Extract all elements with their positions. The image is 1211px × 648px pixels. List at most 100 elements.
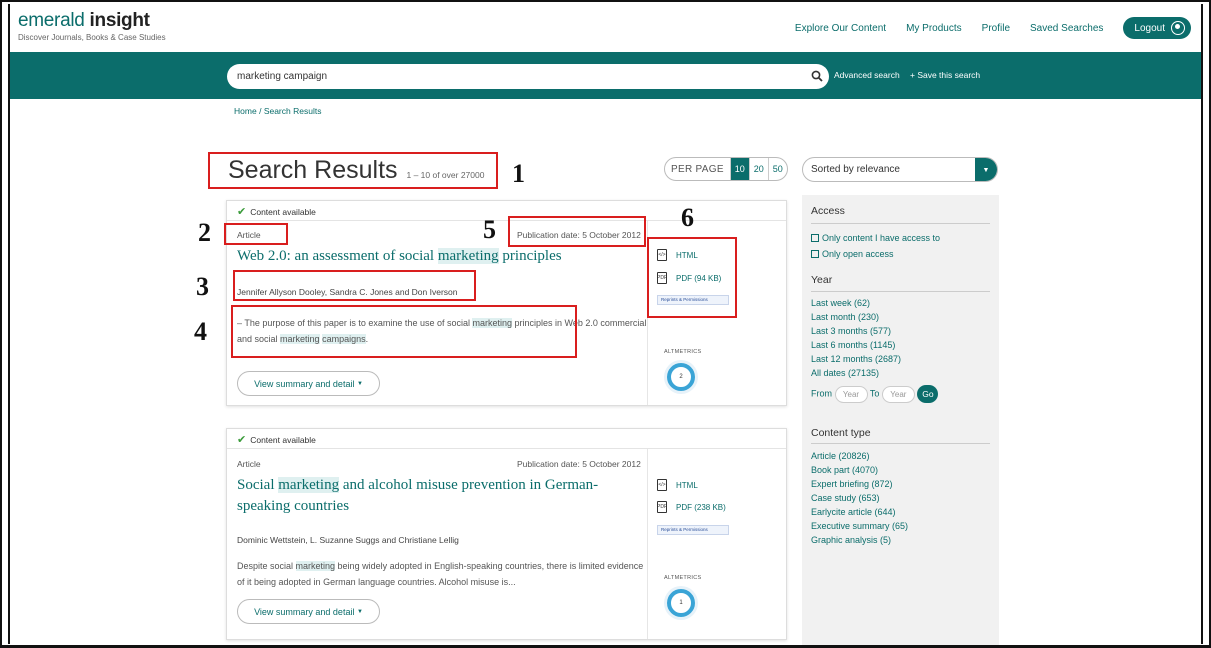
filter-access-option[interactable]: Only content I have access to (811, 233, 940, 243)
result-card-2: ✔ Content available Article Publication d… (226, 428, 787, 640)
year-option-all-dates[interactable]: All dates (27135) (811, 368, 879, 378)
html-file-icon: </> (657, 249, 667, 261)
content-type-label: Article (237, 459, 261, 469)
emerald-insight-logo[interactable]: emerald insight Discover Journals, Books… (18, 10, 166, 42)
pdf-file-icon: PDF (657, 501, 667, 513)
per-page-20[interactable]: 20 (748, 158, 768, 180)
publication-date: Publication date: 5 October 2012 (517, 459, 641, 469)
year-option-last-month[interactable]: Last month (230) (811, 312, 879, 322)
annotation-number-6: 6 (681, 203, 694, 232)
altmetric-badge[interactable]: 2 (667, 363, 695, 391)
per-page-label: PER PAGE (671, 163, 724, 175)
checkbox[interactable] (811, 234, 819, 242)
abstract: – The purpose of this paper is to examin… (237, 315, 647, 347)
year-option-last-week[interactable]: Last week (62) (811, 298, 870, 308)
content-type-article[interactable]: Article (20826) (811, 451, 870, 461)
nav-explore-our-content[interactable]: Explore Our Content (795, 23, 886, 34)
search-input[interactable]: marketing campaign (227, 64, 829, 89)
filter-sidebar: Access Only content I have access to Onl… (802, 195, 999, 648)
reprints-permissions-button[interactable]: Reprints & Permissions (657, 295, 729, 305)
access-heading: Access (811, 205, 845, 217)
pdf-link[interactable]: PDF PDF (94 KB) (657, 272, 721, 284)
annotation-number-3: 3 (196, 272, 209, 301)
chevron-down-icon: ▼ (356, 608, 363, 615)
pdf-link[interactable]: PDF PDF (238 KB) (657, 501, 726, 513)
view-summary-button[interactable]: View summary and detail ▼ (237, 371, 380, 396)
year-to-input[interactable]: Year (881, 385, 915, 403)
checkbox[interactable] (811, 250, 819, 258)
article-title-link[interactable]: Social marketing and alcohol misuse prev… (237, 475, 617, 517)
abstract-part: – The purpose of this paper is to examin… (237, 318, 473, 328)
breadcrumb-home[interactable]: Home (234, 106, 257, 116)
result-side-panel: </> HTML PDF PDF (238 KB) Reprints & Permi… (647, 449, 787, 639)
breadcrumb-separator: / (259, 106, 262, 116)
checkmark-icon: ✔ (237, 434, 247, 446)
availability-label: Content available (250, 435, 316, 445)
search-icon[interactable] (811, 70, 823, 82)
html-link[interactable]: </> HTML (657, 249, 698, 261)
per-page-selector: PER PAGE 10 20 50 (664, 157, 788, 181)
abstract-highlight: campaigns (322, 334, 366, 344)
pdf-label: PDF (238 KB) (676, 502, 726, 512)
breadcrumb-current[interactable]: Search Results (264, 106, 322, 116)
save-search-link[interactable]: + Save this search (910, 70, 980, 80)
year-option-last-6-months[interactable]: Last 6 months (1145) (811, 340, 895, 350)
go-button[interactable]: Go (917, 385, 939, 403)
reprints-permissions-button[interactable]: Reprints & Permissions (657, 525, 729, 535)
authors: Jennifer Allyson Dooley, Sandra C. Jones… (237, 287, 458, 297)
pdf-file-icon: PDF (657, 272, 667, 284)
content-type-earlycite-article[interactable]: Earlycite article (644) (811, 507, 896, 517)
title-part: Web 2.0: an assessment of social (237, 248, 438, 264)
annotation-number-1: 1 (512, 159, 525, 188)
nav-saved-searches[interactable]: Saved Searches (1030, 23, 1103, 34)
abstract-highlight: marketing (280, 334, 320, 344)
user-icon (1171, 21, 1185, 35)
article-title-link[interactable]: Web 2.0: an assessment of social marketi… (237, 246, 617, 267)
availability-label: Content available (250, 207, 316, 217)
filter-open-access-option[interactable]: Only open access (811, 249, 894, 259)
altmetric-score: 1 (674, 596, 688, 610)
advanced-search-link[interactable]: Advanced search (834, 70, 900, 80)
result-card-1: ✔ Content available Article Publication d… (226, 200, 787, 406)
top-bar: emerald insight Discover Journals, Books… (10, 6, 1201, 52)
abstract-part: . (365, 334, 369, 344)
html-link[interactable]: </> HTML (657, 479, 698, 491)
year-heading: Year (811, 274, 833, 286)
year-option-last-12-months[interactable]: Last 12 months (2687) (811, 354, 901, 364)
sort-select[interactable]: Sorted by relevance ▼ (802, 157, 998, 182)
nav-my-products[interactable]: My Products (906, 23, 962, 34)
content-type-executive-summary[interactable]: Executive summary (65) (811, 521, 908, 531)
year-from-input[interactable]: Year (834, 385, 868, 403)
logout-button[interactable]: Logout (1123, 17, 1191, 39)
content-type-case-study[interactable]: Case study (653) (811, 493, 880, 503)
abstract-part: Despite social (237, 561, 296, 571)
divider (811, 291, 990, 292)
abstract-highlight: marketing (295, 561, 336, 571)
abstract-highlight: marketing (472, 318, 512, 328)
from-label: From (811, 388, 832, 399)
nav-profile[interactable]: Profile (982, 23, 1010, 34)
top-nav: Explore Our Content My Products Profile … (775, 17, 1191, 39)
content-type-heading: Content type (811, 427, 871, 439)
view-summary-button[interactable]: View summary and detail ▼ (237, 599, 380, 624)
logout-label: Logout (1134, 22, 1165, 34)
result-side-panel: </> HTML PDF PDF (94 KB) Reprints & Permis… (647, 221, 787, 405)
html-label: HTML (676, 480, 698, 490)
per-page-50[interactable]: 50 (767, 158, 787, 180)
logo-word-1: emerald (18, 10, 85, 31)
annotation-number-4: 4 (194, 317, 207, 346)
to-label: To (869, 388, 880, 399)
view-summary-label: View summary and detail (254, 378, 355, 389)
title-part: principles (498, 248, 562, 264)
year-range: From Year To Year Go (811, 385, 939, 403)
per-page-10[interactable]: 10 (729, 158, 749, 180)
html-label: HTML (676, 250, 698, 260)
altmetric-badge[interactable]: 1 (667, 589, 695, 617)
content-type-book-part[interactable]: Book part (4070) (811, 465, 878, 475)
content-type-expert-briefing[interactable]: Expert briefing (872) (811, 479, 893, 489)
altmetrics-label: ALTMETRICS (664, 349, 702, 355)
html-file-icon: </> (657, 479, 667, 491)
content-type-graphic-analysis[interactable]: Graphic analysis (5) (811, 535, 891, 545)
year-option-last-3-months[interactable]: Last 3 months (577) (811, 326, 891, 336)
divider (811, 443, 990, 444)
